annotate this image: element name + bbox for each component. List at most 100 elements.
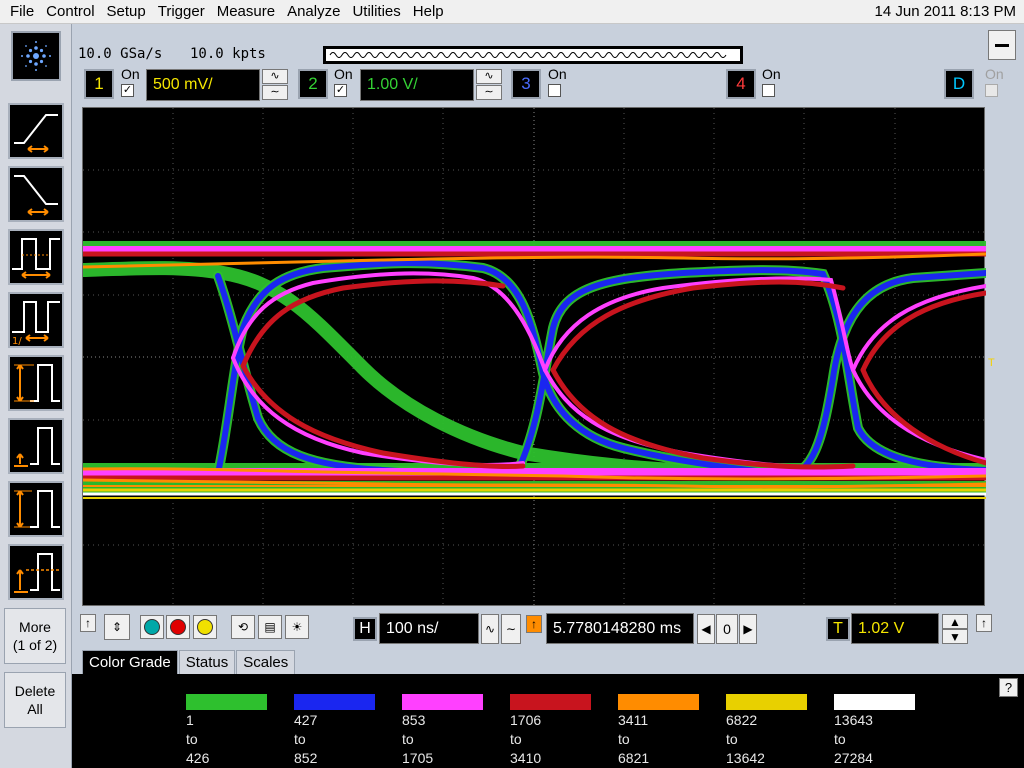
channel-3-checkbox[interactable] xyxy=(548,84,561,97)
align-top-icon[interactable]: ↑ xyxy=(80,614,96,632)
delete-all-button[interactable]: Delete All xyxy=(4,672,66,728)
legend-to: 13642 xyxy=(726,750,765,766)
horizontal-delay[interactable]: 5.7780148280 ms xyxy=(546,613,694,644)
delay-right-icon[interactable]: ▶ xyxy=(739,614,757,644)
trigger-up-icon[interactable]: ▲ xyxy=(942,614,968,629)
average-icon[interactable] xyxy=(8,544,64,600)
legend-swatch-green xyxy=(186,694,267,710)
channel-1-coupling[interactable]: ∿ ∼ xyxy=(262,69,288,100)
tab-status[interactable]: Status xyxy=(178,650,236,674)
more-button-page: (1 of 2) xyxy=(12,637,58,653)
dc-icon[interactable]: ∼ xyxy=(476,85,502,100)
trigger-level-marker[interactable]: T xyxy=(988,357,995,369)
channel-1-scale[interactable]: 500 mV/ xyxy=(146,69,260,101)
menu-analyze[interactable]: Analyze xyxy=(281,0,346,24)
menu-control[interactable]: Control xyxy=(40,0,100,24)
legend-item: 1 to 426 xyxy=(186,694,274,767)
channel-2-checkbox[interactable]: ✓ xyxy=(334,84,347,97)
legend-from: 853 xyxy=(402,712,426,728)
memory-depth: 10.0 kpts xyxy=(190,46,266,62)
channel-2-coupling[interactable]: ∿ ∼ xyxy=(476,69,502,100)
digital-checkbox[interactable] xyxy=(985,84,998,97)
channel-3-badge[interactable]: 3 xyxy=(511,69,541,99)
legend-swatch-blue xyxy=(294,694,375,710)
legend-from: 1 xyxy=(186,712,194,728)
legend-swatch-red xyxy=(510,694,591,710)
trigger-align-icon[interactable]: ↑ xyxy=(976,614,992,632)
yellow-marker-button[interactable] xyxy=(193,615,217,639)
legend-from: 1706 xyxy=(510,712,542,728)
period-icon[interactable] xyxy=(8,229,64,285)
legend-swatch-yellow xyxy=(726,694,807,710)
channel-2-badge[interactable]: 2 xyxy=(298,69,328,99)
trigger-badge[interactable]: T xyxy=(826,617,850,641)
autoscale-icon[interactable]: ⟲ xyxy=(231,615,255,639)
frequency-icon[interactable]: 1/ xyxy=(8,292,64,348)
trigger-down-icon[interactable]: ▼ xyxy=(942,629,968,644)
digital-channel-badge[interactable]: D xyxy=(944,69,974,99)
channel-4-checkbox[interactable] xyxy=(762,84,775,97)
legend-from: 427 xyxy=(294,712,318,728)
delay-marker-icon[interactable]: ↑ xyxy=(526,615,542,633)
delay-left-icon[interactable]: ◀ xyxy=(697,614,715,644)
menu-setup[interactable]: Setup xyxy=(101,0,152,24)
memory-bar[interactable] xyxy=(323,46,743,64)
scroll-stepper-icon[interactable]: ⇕ xyxy=(104,614,130,640)
brightness-icon[interactable]: ☀ xyxy=(285,615,309,639)
tab-color-grade[interactable]: Color Grade xyxy=(82,650,178,674)
legend-to-word: to xyxy=(186,731,198,747)
menu-help[interactable]: Help xyxy=(407,0,450,24)
menu-utilities[interactable]: Utilities xyxy=(346,0,406,24)
peak-to-peak-icon[interactable] xyxy=(8,481,64,537)
tab-scales[interactable]: Scales xyxy=(236,650,296,674)
timebase-wave2-icon[interactable]: ∼ xyxy=(501,614,521,644)
legend-to: 27284 xyxy=(834,750,873,766)
cyan-marker-button[interactable] xyxy=(140,615,164,639)
legend-to: 1705 xyxy=(402,750,434,766)
menu-file[interactable]: File xyxy=(0,0,40,24)
legend-item: 853 to 1705 xyxy=(402,694,490,767)
logo-icon[interactable] xyxy=(11,31,61,81)
legend-swatch-white xyxy=(834,694,915,710)
cyan-dot-icon xyxy=(144,619,160,635)
delay-zero-button[interactable]: 0 xyxy=(716,614,738,644)
top-level-icon[interactable] xyxy=(8,418,64,474)
channel-2-scale[interactable]: 1.00 V/ xyxy=(360,69,474,101)
legend-to-word: to xyxy=(510,731,522,747)
help-button[interactable]: ? xyxy=(999,678,1018,697)
layers-icon[interactable]: ▤ xyxy=(258,615,282,639)
dc-icon[interactable]: ∼ xyxy=(262,85,288,100)
legend-from: 6822 xyxy=(726,712,758,728)
ac-icon[interactable]: ∿ xyxy=(262,69,288,84)
menu-trigger[interactable]: Trigger xyxy=(152,0,211,24)
minus-icon xyxy=(995,43,1009,47)
legend-from: 3411 xyxy=(618,712,649,728)
channel-4-badge[interactable]: 4 xyxy=(726,69,756,99)
trigger-level[interactable]: 1.02 V xyxy=(851,613,939,644)
timebase-scale[interactable]: 100 ns/ xyxy=(379,613,479,644)
legend-to: 3410 xyxy=(510,750,542,766)
legend-swatch-orange xyxy=(618,694,699,710)
rise-time-icon[interactable] xyxy=(8,103,64,159)
channel-2-on-label: On xyxy=(334,66,353,82)
horizontal-badge[interactable]: H xyxy=(353,617,377,641)
legend-item: 1706 to 3410 xyxy=(510,694,598,767)
minimize-button[interactable] xyxy=(988,30,1016,60)
eye-diagram xyxy=(83,108,986,607)
waveform-display[interactable]: T xyxy=(82,107,995,607)
channel-1-checkbox[interactable]: ✓ xyxy=(121,84,134,97)
red-dot-icon xyxy=(170,619,186,635)
channel-1-badge[interactable]: 1 xyxy=(84,69,114,99)
more-button[interactable]: More (1 of 2) xyxy=(4,608,66,664)
menu-measure[interactable]: Measure xyxy=(211,0,281,24)
channel-4-on-label: On xyxy=(762,66,781,82)
fall-time-icon[interactable] xyxy=(8,166,64,222)
channel-1-on-label: On xyxy=(121,66,140,82)
timebase-wave-icon[interactable]: ∿ xyxy=(481,614,499,644)
svg-text:1/: 1/ xyxy=(12,336,22,346)
red-marker-button[interactable] xyxy=(166,615,190,639)
legend-from: 13643 xyxy=(834,712,873,728)
legend-to-word: to xyxy=(834,731,846,747)
ac-icon[interactable]: ∿ xyxy=(476,69,502,84)
amplitude-icon[interactable] xyxy=(8,355,64,411)
